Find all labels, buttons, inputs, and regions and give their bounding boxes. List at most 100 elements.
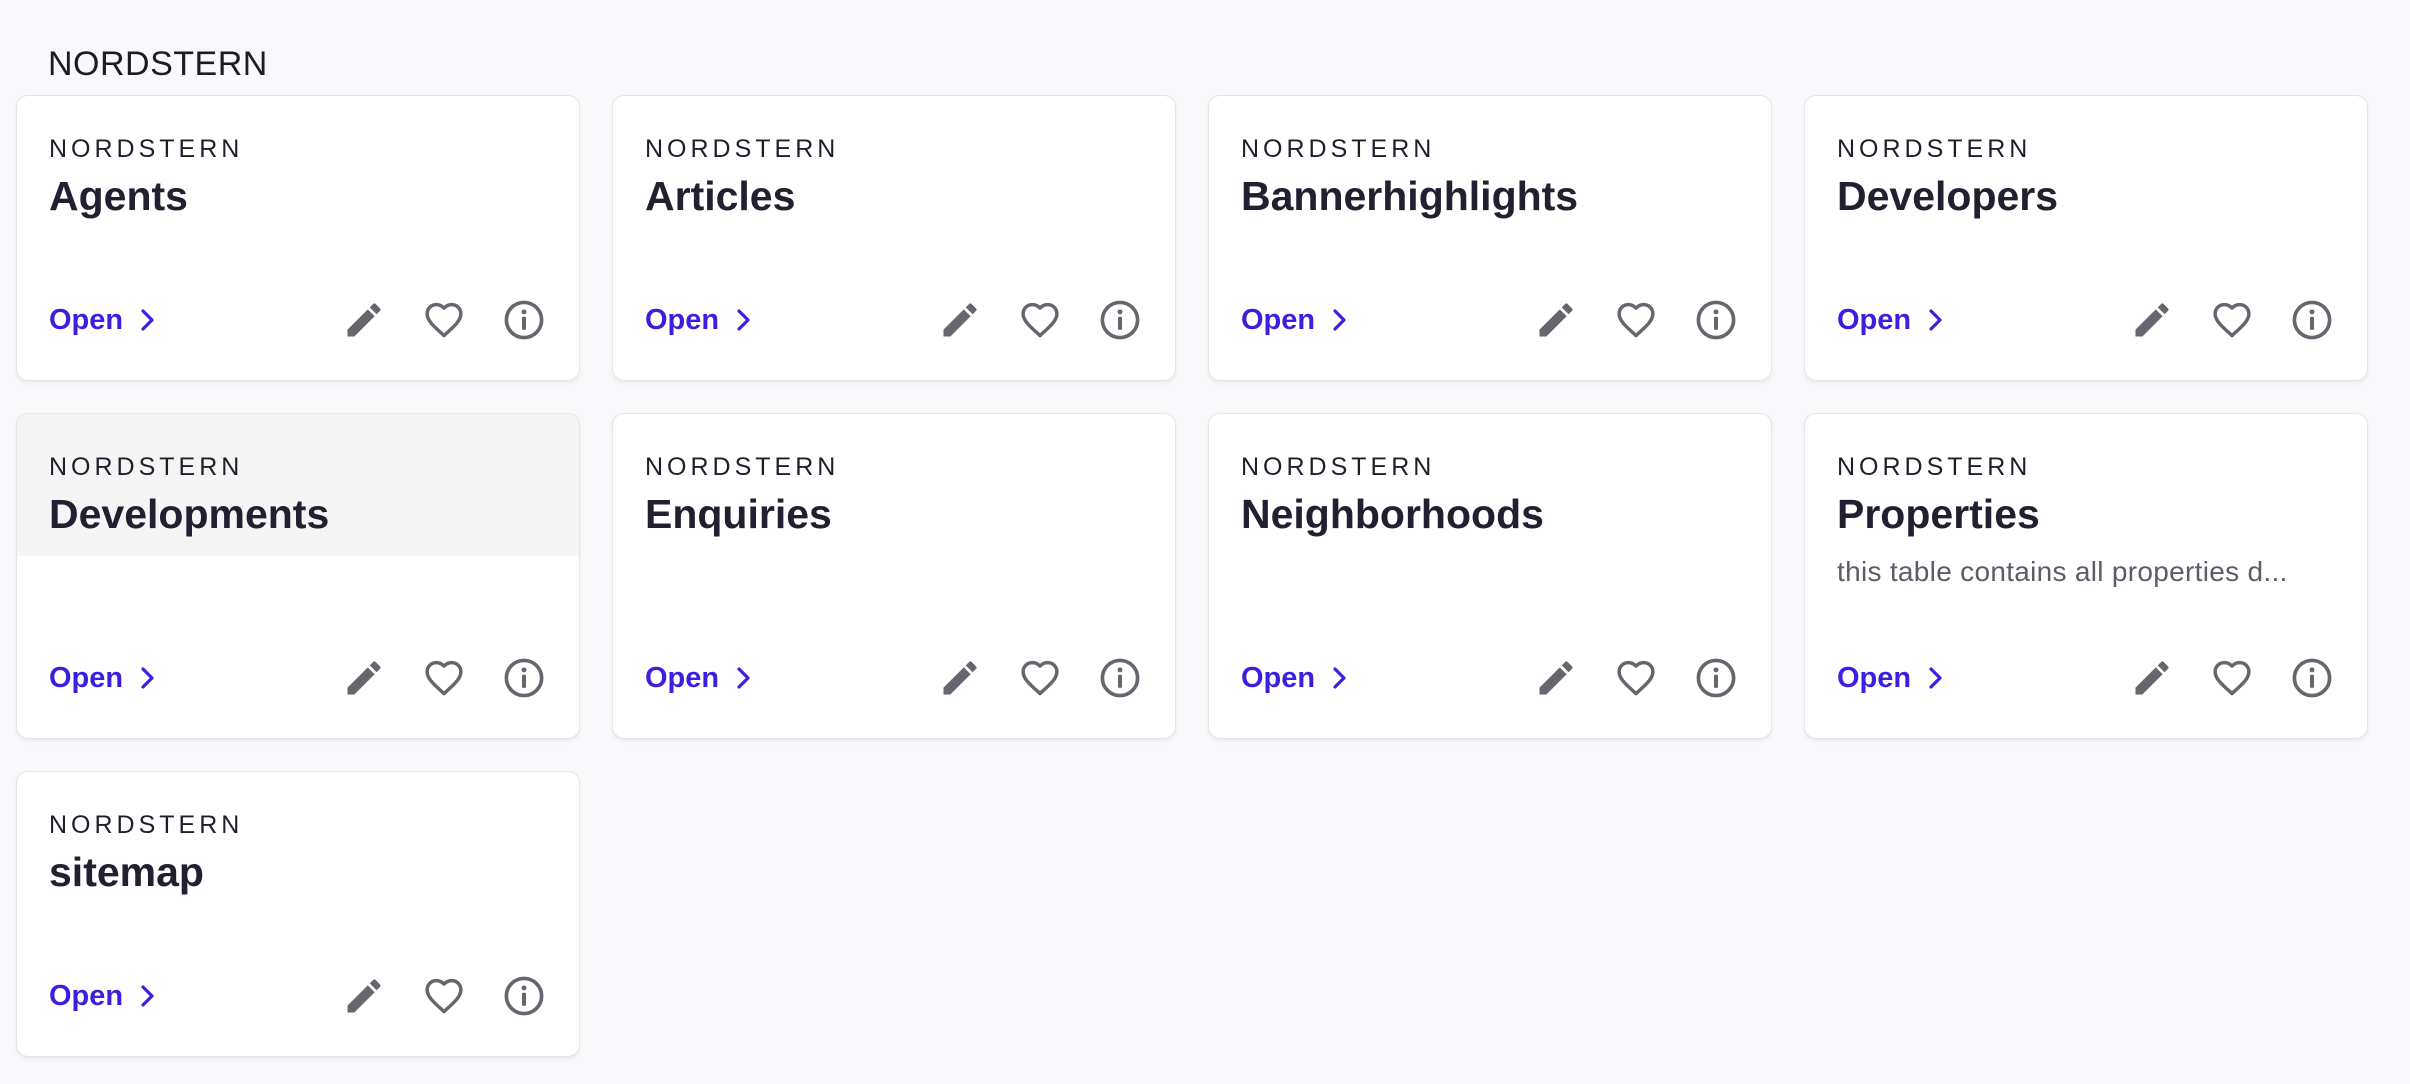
- table-card[interactable]: NORDSTERN Articles Open: [612, 95, 1176, 381]
- card-footer: Open: [49, 654, 547, 702]
- info-button[interactable]: [501, 297, 547, 343]
- heart-icon: [1617, 302, 1655, 338]
- chevron-right-icon: [141, 985, 154, 1007]
- card-actions: [2129, 297, 2335, 343]
- edit-button[interactable]: [2129, 297, 2175, 343]
- card-title: Properties: [1837, 491, 2040, 537]
- info-icon: [2292, 658, 2332, 698]
- info-icon: [504, 976, 544, 1016]
- pencil-icon: [2135, 661, 2169, 695]
- edit-button[interactable]: [1533, 655, 1579, 701]
- heart-icon: [2213, 302, 2251, 338]
- heart-icon: [1617, 660, 1655, 696]
- chevron-right-icon: [737, 309, 750, 331]
- info-button[interactable]: [501, 973, 547, 1019]
- card-workspace-label: NORDSTERN: [645, 453, 840, 481]
- chevron-right-icon: [1929, 667, 1942, 689]
- card-footer: Open: [1837, 654, 2335, 702]
- heart-icon: [1021, 302, 1059, 338]
- edit-button[interactable]: [341, 655, 387, 701]
- open-link[interactable]: Open: [49, 304, 159, 337]
- favorite-button[interactable]: [1613, 297, 1659, 343]
- card-footer: Open: [49, 972, 547, 1020]
- table-card[interactable]: NORDSTERN Neighborhoods Open: [1208, 413, 1772, 739]
- edit-button[interactable]: [937, 655, 983, 701]
- card-workspace-label: NORDSTERN: [1837, 453, 2032, 481]
- heart-icon: [425, 660, 463, 696]
- chevron-right-icon: [141, 309, 154, 331]
- open-label: Open: [645, 303, 720, 336]
- card-header: NORDSTERN Properties this table contains…: [1805, 414, 2367, 590]
- table-card[interactable]: NORDSTERN Enquiries Open: [612, 413, 1176, 739]
- favorite-button[interactable]: [1017, 655, 1063, 701]
- open-label: Open: [645, 661, 720, 694]
- edit-button[interactable]: [1533, 297, 1579, 343]
- table-card[interactable]: NORDSTERN Agents Open: [16, 95, 580, 381]
- section-title: NORDSTERN: [48, 45, 268, 83]
- favorite-button[interactable]: [421, 973, 467, 1019]
- info-button[interactable]: [1097, 297, 1143, 343]
- edit-button[interactable]: [341, 973, 387, 1019]
- open-link[interactable]: Open: [1837, 662, 1947, 695]
- card-workspace-label: NORDSTERN: [1241, 135, 1436, 163]
- info-button[interactable]: [2289, 655, 2335, 701]
- pencil-icon: [347, 979, 381, 1013]
- pencil-icon: [2135, 303, 2169, 337]
- favorite-button[interactable]: [2209, 655, 2255, 701]
- page: NORDSTERN NORDSTERN Agents Open NORDSTER…: [0, 0, 2410, 1084]
- table-card[interactable]: NORDSTERN Developers Open: [1804, 95, 2368, 381]
- open-link[interactable]: Open: [49, 662, 159, 695]
- card-title: Neighborhoods: [1241, 491, 1544, 537]
- heart-icon: [425, 302, 463, 338]
- chevron-right-icon: [1333, 309, 1346, 331]
- table-card[interactable]: NORDSTERN Properties this table contains…: [1804, 413, 2368, 739]
- card-header: NORDSTERN Articles: [613, 96, 1175, 222]
- edit-button[interactable]: [341, 297, 387, 343]
- open-link[interactable]: Open: [1837, 304, 1947, 337]
- open-link[interactable]: Open: [1241, 662, 1351, 695]
- info-button[interactable]: [2289, 297, 2335, 343]
- edit-button[interactable]: [2129, 655, 2175, 701]
- info-icon: [1696, 300, 1736, 340]
- pencil-icon: [1539, 303, 1573, 337]
- table-card[interactable]: NORDSTERN Developments Open: [16, 413, 580, 739]
- info-button[interactable]: [501, 655, 547, 701]
- card-actions: [937, 297, 1143, 343]
- card-title: Developers: [1837, 173, 2059, 219]
- card-title: Bannerhighlights: [1241, 173, 1579, 219]
- open-link[interactable]: Open: [645, 304, 755, 337]
- card-header: NORDSTERN Agents: [17, 96, 579, 222]
- card-footer: Open: [1241, 654, 1739, 702]
- card-header: NORDSTERN Developments: [17, 414, 579, 556]
- card-title: Developments: [49, 491, 330, 537]
- chevron-right-icon: [737, 667, 750, 689]
- open-link[interactable]: Open: [1241, 304, 1351, 337]
- open-link[interactable]: Open: [645, 662, 755, 695]
- info-icon: [2292, 300, 2332, 340]
- open-label: Open: [49, 661, 124, 694]
- open-label: Open: [1837, 661, 1912, 694]
- info-icon: [504, 658, 544, 698]
- info-button[interactable]: [1693, 655, 1739, 701]
- open-link[interactable]: Open: [49, 980, 159, 1013]
- favorite-button[interactable]: [421, 297, 467, 343]
- info-button[interactable]: [1693, 297, 1739, 343]
- card-workspace-label: NORDSTERN: [1241, 453, 1436, 481]
- favorite-button[interactable]: [421, 655, 467, 701]
- pencil-icon: [347, 303, 381, 337]
- card-workspace-label: NORDSTERN: [49, 135, 244, 163]
- card-title: Agents: [49, 173, 188, 219]
- card-title: sitemap: [49, 849, 204, 895]
- info-button[interactable]: [1097, 655, 1143, 701]
- favorite-button[interactable]: [1613, 655, 1659, 701]
- card-header: NORDSTERN Neighborhoods: [1209, 414, 1771, 540]
- favorite-button[interactable]: [2209, 297, 2255, 343]
- heart-icon: [425, 978, 463, 1014]
- edit-button[interactable]: [937, 297, 983, 343]
- card-actions: [341, 973, 547, 1019]
- table-card[interactable]: NORDSTERN sitemap Open: [16, 771, 580, 1057]
- chevron-right-icon: [1333, 667, 1346, 689]
- table-card[interactable]: NORDSTERN Bannerhighlights Open: [1208, 95, 1772, 381]
- favorite-button[interactable]: [1017, 297, 1063, 343]
- card-footer: Open: [645, 654, 1143, 702]
